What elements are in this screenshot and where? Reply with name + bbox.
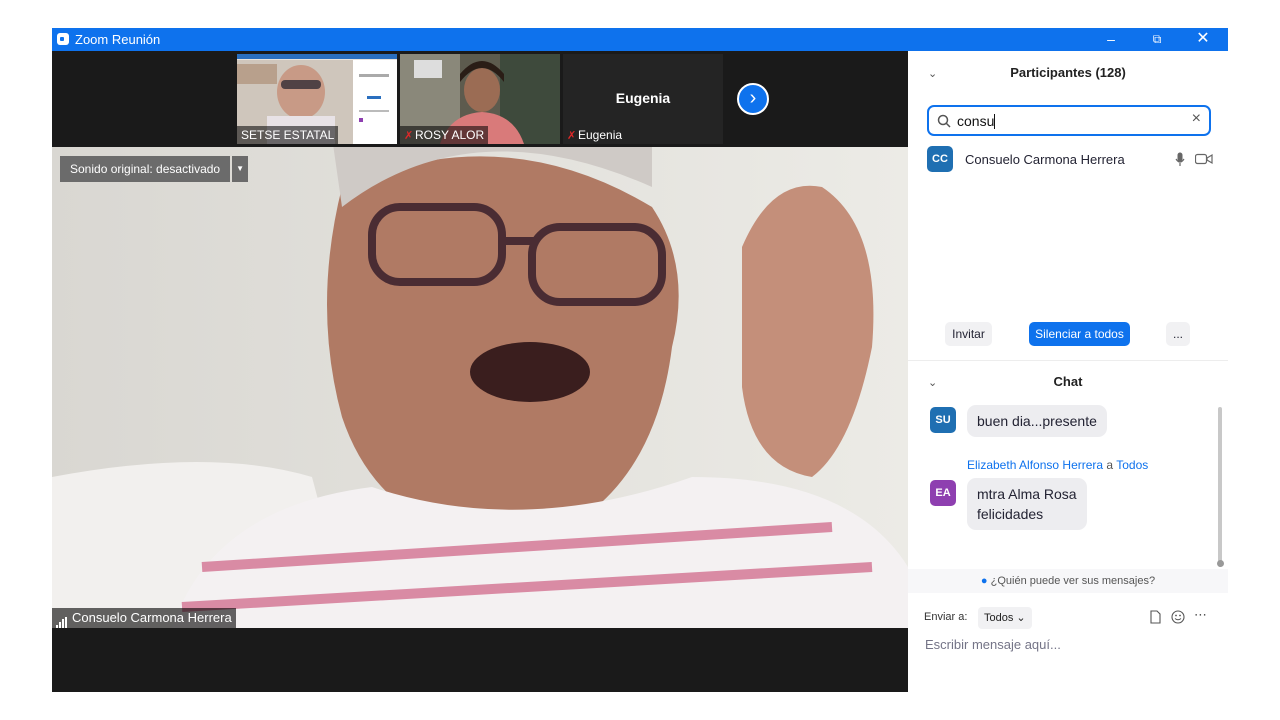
thumbnail-display-name: Eugenia (615, 90, 671, 106)
thumbnail-eugenia[interactable]: Eugenia ✗ Eugenia (563, 54, 723, 144)
invite-button[interactable]: Invitar (945, 322, 992, 346)
send-to-dropdown[interactable]: Todos ⌄ (978, 607, 1032, 629)
chat-sender: Elizabeth Alfonso Herrera a Todos (967, 458, 1148, 472)
avatar: SU (930, 407, 956, 433)
window-title: Zoom Reunión (75, 32, 161, 47)
scroll-down-arrow[interactable] (1217, 560, 1224, 567)
video-camera-icon[interactable] (1195, 153, 1213, 165)
avatar: CC (927, 146, 953, 172)
send-to-row: Enviar a: Todos ⌄ ⋯ (924, 607, 1214, 629)
video-area: SETSE ESTATAL ✗ ROSY ALOR Eugenia ✗ Eugeni… (52, 51, 908, 692)
speaker-name-label: Consuelo Carmona Herrera (52, 608, 236, 628)
user-lock-icon: ● (980, 575, 988, 587)
next-page-button[interactable]: › (737, 83, 769, 115)
chat-header: Chat (1053, 374, 1083, 389)
participant-row[interactable]: CC Consuelo Carmona Herrera (927, 146, 1217, 172)
minimize-button[interactable]: – (1088, 28, 1134, 51)
file-icon[interactable] (1150, 610, 1161, 624)
send-to-label: Enviar a: (924, 611, 968, 623)
thumbnail-name: ✗ Eugenia (567, 128, 623, 142)
clear-search-icon[interactable]: × (1192, 110, 1201, 128)
participants-header: Participantes (128) (1010, 65, 1126, 80)
more-options-button[interactable]: ... (1166, 322, 1190, 346)
thumbnail-name: ✗ ROSY ALOR (400, 126, 489, 144)
active-speaker-video: Sonido original: desactivado ▼ Consuelo … (52, 147, 908, 628)
chat-message-input[interactable]: Escribir mensaje aquí... (925, 637, 1061, 652)
participant-name: Consuelo Carmona Herrera (965, 152, 1125, 167)
close-button[interactable]: ✕ (1180, 28, 1226, 51)
mute-all-button[interactable]: Silenciar a todos (1029, 322, 1130, 346)
thumbnail-setse[interactable]: SETSE ESTATAL (237, 54, 397, 144)
thumbnail-rosy[interactable]: ✗ ROSY ALOR (400, 54, 560, 144)
chevron-down-icon: ⌄ (1016, 612, 1026, 624)
speaker-video-frame (52, 147, 908, 628)
participant-search-input[interactable]: consu × (927, 105, 1211, 136)
title-bar: Zoom Reunión – ⧉ ✕ (52, 28, 1228, 51)
chevron-right-icon: › (749, 87, 757, 109)
emoji-icon[interactable] (1171, 610, 1185, 624)
avatar: EA (930, 480, 956, 506)
zoom-window: Zoom Reunión – ⧉ ✕ SETSE ESTATAL ✗ ROSY … (52, 28, 1228, 692)
chat-messages: SU buen dia...presente Elizabeth Alfonso… (908, 403, 1218, 553)
signal-bars-icon (56, 609, 68, 628)
zoom-logo-icon (57, 33, 69, 45)
thumbnail-strip: SETSE ESTATAL ✗ ROSY ALOR Eugenia ✗ Eugeni… (52, 51, 908, 147)
recipient-name[interactable]: Todos (1116, 458, 1148, 472)
mic-muted-icon: ✗ (567, 130, 577, 142)
participant-actions: Invitar Silenciar a todos ... (908, 322, 1228, 346)
mic-muted-icon: ✗ (404, 130, 414, 142)
more-icon[interactable]: ⋯ (1194, 607, 1207, 623)
thumbnail-name: SETSE ESTATAL (237, 126, 339, 144)
sender-name[interactable]: Elizabeth Alfonso Herrera (967, 458, 1103, 472)
microphone-icon[interactable] (1175, 152, 1185, 167)
message-visibility-link[interactable]: ● ¿Quién puede ver sus mensajes? (908, 569, 1228, 593)
search-icon (937, 114, 951, 128)
original-sound-control: Sonido original: desactivado ▼ (60, 156, 249, 182)
chat-scrollbar[interactable] (1218, 407, 1222, 567)
restore-button[interactable]: ⧉ (1134, 28, 1180, 51)
original-sound-button[interactable]: Sonido original: desactivado (60, 156, 231, 182)
meeting-bottom-area (52, 628, 908, 692)
divider (908, 360, 1228, 361)
chat-message: mtra Alma Rosa felicidades (967, 478, 1087, 530)
to-word: a (1106, 458, 1114, 472)
chat-message: buen dia...presente (967, 405, 1107, 437)
chevron-down-icon[interactable]: ▼ (232, 156, 249, 182)
search-value: consu (957, 113, 995, 129)
side-panel: ⌄ Participantes (128) consu × CC Consuel… (908, 51, 1228, 692)
